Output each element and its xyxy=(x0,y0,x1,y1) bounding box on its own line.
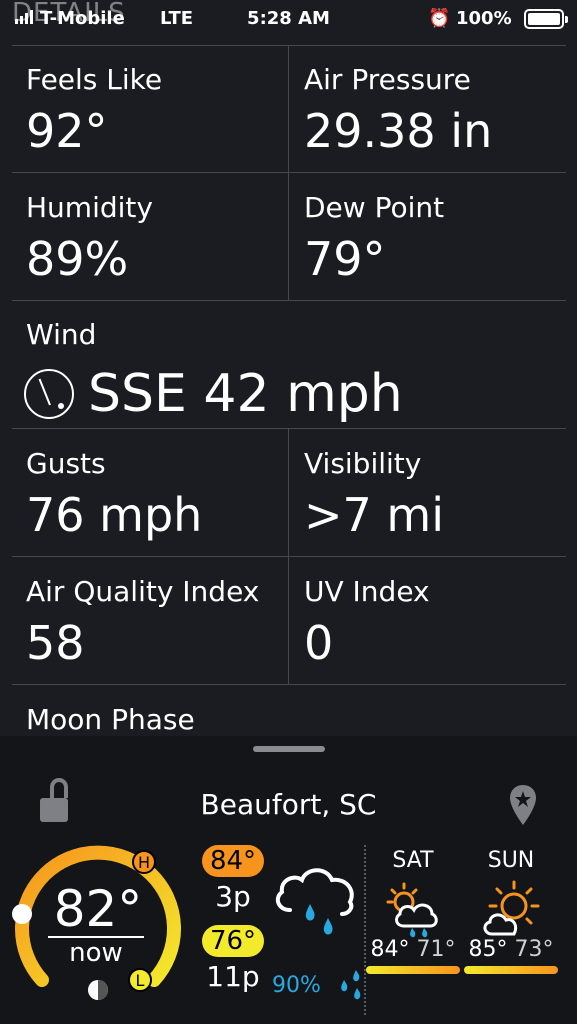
feels-like-label: Feels Like xyxy=(26,63,163,96)
wind-compass-icon xyxy=(24,369,74,419)
low-temp-time: 11p xyxy=(206,960,260,993)
air-pressure-label: Air Pressure xyxy=(304,63,471,96)
precip-chance: 90% xyxy=(272,973,321,998)
moon-icon xyxy=(88,980,108,1000)
moon-phase-tile: Moon Phase xyxy=(26,703,195,736)
air-pressure-value: 29.38 in xyxy=(304,104,493,158)
feels-like-value: 92° xyxy=(26,104,108,158)
dew-point-tile: Dew Point 79° xyxy=(304,191,444,286)
uv-label: UV Index xyxy=(304,575,430,608)
forecast-day-name: SAT xyxy=(392,848,434,873)
location-name[interactable]: Beaufort, SC xyxy=(0,788,577,821)
rain-cloud-icon xyxy=(275,868,354,935)
aqi-tile: Air Quality Index 58 xyxy=(26,575,259,670)
moon-phase-label: Moon Phase xyxy=(26,703,195,736)
battery-percent: 100% xyxy=(456,8,512,29)
now-label: now xyxy=(48,936,144,968)
drawer-handle[interactable] xyxy=(253,746,325,752)
humidity-label: Humidity xyxy=(26,191,153,224)
low-marker: L xyxy=(136,971,145,990)
location-pin-icon[interactable] xyxy=(508,783,538,827)
precip-drops-icon xyxy=(341,970,361,1000)
partly-sunny-rain-icon xyxy=(386,882,438,938)
low-temp-badge: 76° xyxy=(202,925,264,957)
visibility-label: Visibility xyxy=(304,447,422,480)
high-temp-badge: 84° xyxy=(202,845,264,877)
uv-tile: UV Index 0 xyxy=(304,575,430,670)
current-temperature: 82° xyxy=(53,880,143,938)
gusts-label: Gusts xyxy=(26,447,106,480)
status-bar: DETAILS T-Mobile LTE 5:28 AM ⏰ 100% xyxy=(0,0,577,38)
wind-label: Wind xyxy=(26,318,97,351)
dew-point-value: 79° xyxy=(304,232,386,286)
alarm-icon: ⏰ xyxy=(428,8,451,29)
high-temp-time: 3p xyxy=(215,880,251,913)
dew-point-label: Dew Point xyxy=(304,191,445,224)
current-marker xyxy=(12,904,32,924)
forecast-temp-bar xyxy=(366,966,460,974)
wind-value: SSE 42 mph xyxy=(88,364,403,424)
high-marker: H xyxy=(138,853,150,872)
uv-value: 0 xyxy=(304,616,334,670)
aqi-value: 58 xyxy=(26,616,85,670)
humidity-value: 89% xyxy=(26,232,129,286)
wind-tile: SSE 42 mph xyxy=(24,364,403,424)
gusts-value: 76 mph xyxy=(26,488,203,542)
visibility-value: >7 mi xyxy=(304,488,445,542)
visibility-tile: Visibility >7 mi xyxy=(304,447,444,542)
aqi-label: Air Quality Index xyxy=(26,575,260,608)
battery-icon xyxy=(524,9,568,29)
feels-like-tile: Feels Like 92° xyxy=(26,63,162,158)
gusts-tile: Gusts 76 mph xyxy=(26,447,202,542)
air-pressure-tile: Air Pressure 29.38 in xyxy=(304,63,492,158)
forecast-temp-bar xyxy=(464,966,558,974)
partly-sunny-icon xyxy=(483,880,540,936)
forecast-day-name: SUN xyxy=(487,848,535,873)
humidity-tile: Humidity 89% xyxy=(26,191,153,286)
